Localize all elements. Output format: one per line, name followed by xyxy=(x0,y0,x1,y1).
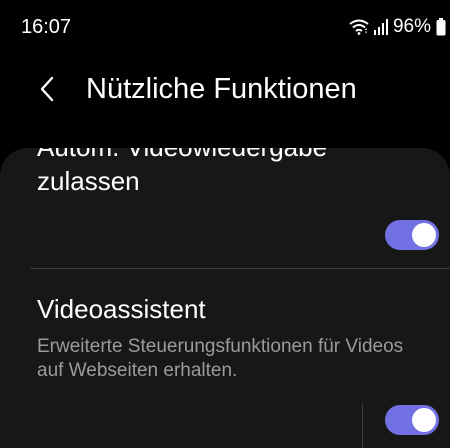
setting-item-autoplay[interactable]: Autom. Videowiedergabe zulassen xyxy=(0,148,450,300)
setting-title-autoplay-line2: zulassen xyxy=(37,166,140,196)
page-title: Nützliche Funktionen xyxy=(86,73,357,105)
signal-icon xyxy=(373,19,388,35)
setting-summary-line2: auf Webseiten erhalten. xyxy=(37,360,238,381)
toggle-knob xyxy=(412,223,436,247)
toggle-knob xyxy=(412,408,436,432)
status-icons: 96% xyxy=(349,16,446,38)
vertical-separator xyxy=(362,403,363,448)
battery-icon xyxy=(436,18,446,36)
status-time: 16:07 xyxy=(21,16,72,38)
status-bar: 16:07 96% xyxy=(0,0,450,56)
setting-title-autoplay-line1: Autom. Videowiedergabe xyxy=(37,148,327,164)
app-bar: Nützliche Funktionen xyxy=(0,60,450,122)
back-button[interactable] xyxy=(30,74,64,108)
autoplay-toggle[interactable] xyxy=(385,220,439,250)
divider xyxy=(30,268,450,269)
videoassistent-toggle[interactable] xyxy=(385,405,439,435)
setting-summary-line1: Erweiterte Steuerungsfunktionen für Vide… xyxy=(37,336,404,357)
wifi-icon xyxy=(349,19,369,35)
setting-title-videoassistent: Videoassistent xyxy=(37,294,206,324)
settings-card: Autom. Videowiedergabe zulassen Videoass… xyxy=(0,148,450,448)
battery-percentage: 96% xyxy=(392,16,431,37)
back-icon xyxy=(39,76,55,107)
